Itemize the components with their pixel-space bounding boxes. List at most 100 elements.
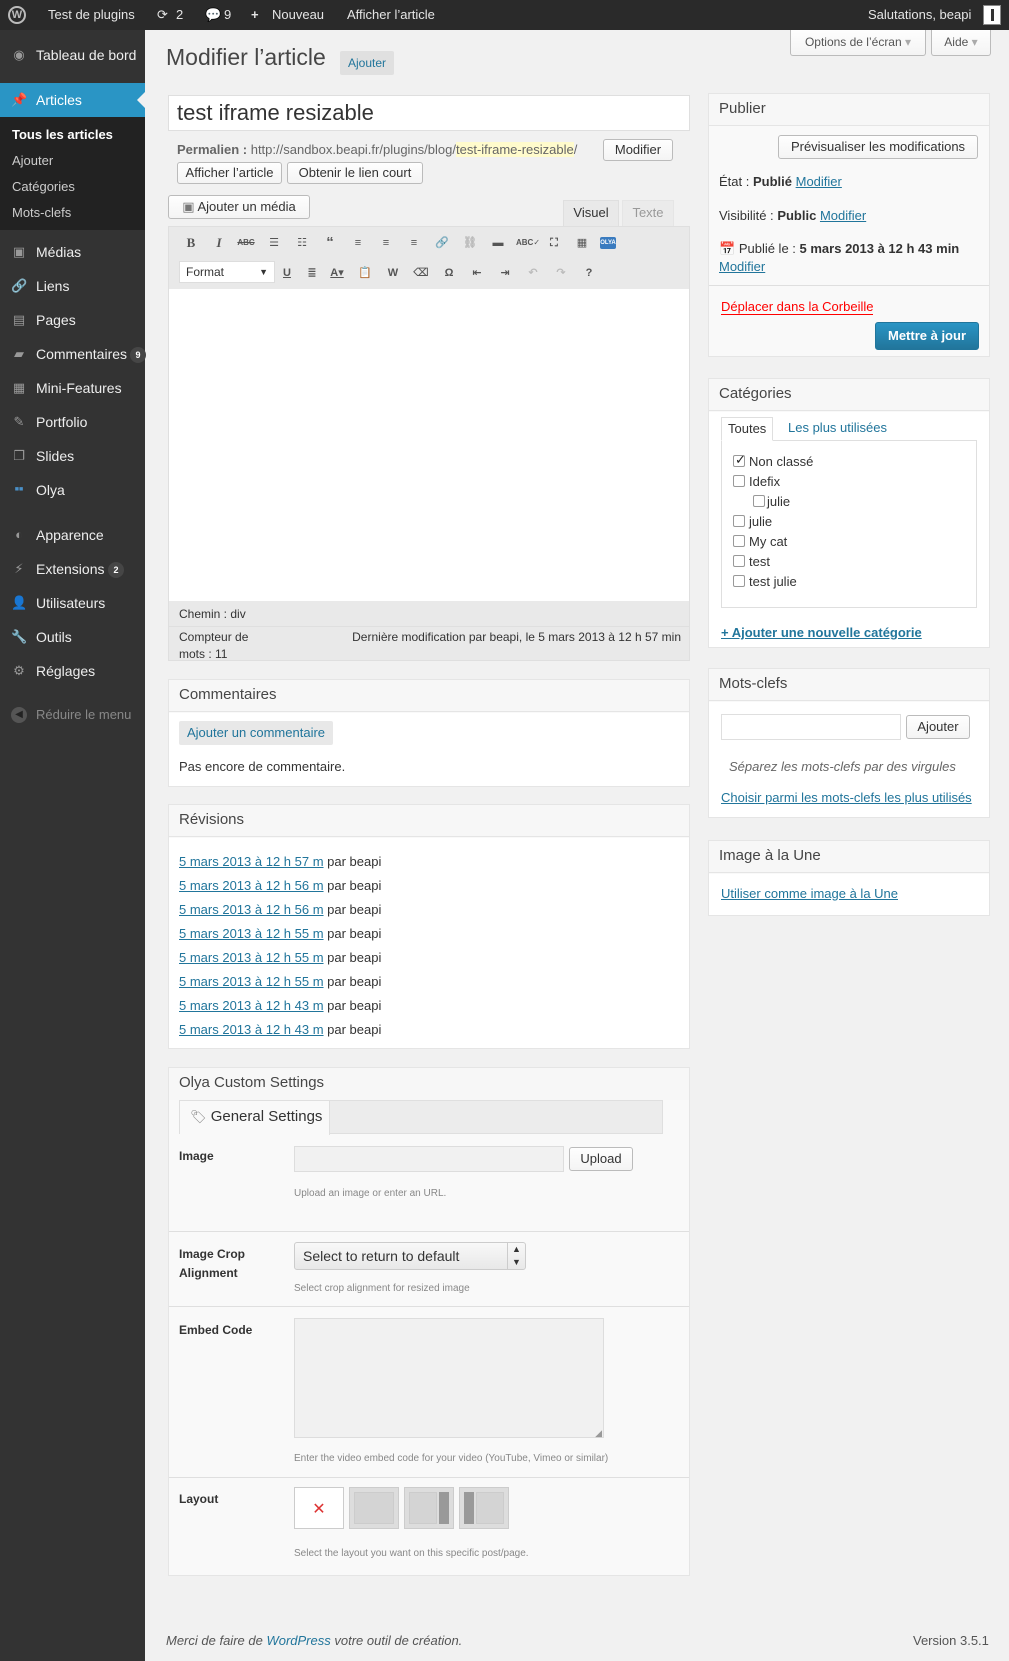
featured-image-title[interactable]: Image à la Une [709, 841, 989, 873]
undo-icon[interactable]: ↶ [523, 263, 543, 283]
olya-shortcode-icon[interactable]: OLYA [600, 237, 616, 249]
menu-utilisateurs[interactable]: 👤 Utilisateurs [0, 586, 145, 620]
blockquote-icon[interactable]: “ [320, 233, 340, 253]
olya-settings-title[interactable]: Olya Custom Settings [169, 1068, 689, 1100]
tab-all-categories[interactable]: Toutes [721, 417, 774, 441]
align-left-icon[interactable]: ≡ [348, 233, 368, 253]
updates-count[interactable]: 2 [176, 0, 183, 30]
revision-link[interactable]: 5 mars 2013 à 12 h 55 m [179, 926, 324, 941]
avatar[interactable] [983, 5, 1001, 25]
align-right-icon[interactable]: ≡ [404, 233, 424, 253]
category-checkbox[interactable] [733, 475, 745, 487]
menu-olya[interactable]: ■■ Olya [0, 473, 145, 507]
category-checkbox[interactable] [733, 575, 745, 587]
insert-link-icon[interactable]: 🔗 [432, 233, 452, 253]
update-button[interactable]: Mettre à jour [875, 322, 979, 350]
editor-content-area[interactable] [169, 289, 689, 601]
plus-icon[interactable]: + [251, 0, 259, 30]
menu-pages[interactable]: ▤ Pages [0, 303, 145, 337]
add-new-button[interactable]: Ajouter [340, 51, 395, 75]
upload-button[interactable]: Upload [569, 1147, 633, 1171]
new-content-link[interactable]: Nouveau [272, 0, 324, 30]
revision-link[interactable]: 5 mars 2013 à 12 h 43 m [179, 1022, 324, 1037]
image-url-input[interactable] [294, 1146, 564, 1172]
revision-link[interactable]: 5 mars 2013 à 12 h 43 m [179, 998, 324, 1013]
indent-icon[interactable]: ⇥ [495, 263, 515, 283]
tab-text[interactable]: Texte [622, 200, 674, 226]
choose-popular-tags-link[interactable]: Choisir parmi les mots-clefs les plus ut… [721, 790, 972, 805]
bullet-list-icon[interactable]: ☰ [264, 233, 284, 253]
menu-extensions[interactable]: ⚡ Extensions 2 [0, 552, 145, 586]
site-name-link[interactable]: Test de plugins [48, 0, 135, 30]
category-checkbox[interactable] [733, 535, 745, 547]
menu-outils[interactable]: 🔧 Outils [0, 620, 145, 654]
add-media-button[interactable]: ▣ Ajouter un média [168, 195, 310, 219]
menu-articles[interactable]: 📌 Articles [0, 83, 145, 117]
menu-mini-features[interactable]: ▦ Mini-Features [0, 371, 145, 405]
category-checkbox[interactable] [753, 495, 765, 507]
edit-date-link[interactable]: Modifier [719, 259, 765, 274]
menu-dashboard[interactable]: ◉ Tableau de bord [0, 38, 145, 72]
screen-options-button[interactable]: Options de l’écran ▾ [790, 30, 926, 56]
publish-metabox-title[interactable]: Publier [709, 94, 989, 126]
view-post-link[interactable]: Afficher l’article [347, 0, 435, 30]
embed-code-textarea[interactable]: ◢ [294, 1318, 604, 1438]
set-featured-image-link[interactable]: Utiliser comme image à la Une [721, 886, 898, 901]
tab-popular-categories[interactable]: Les plus utilisées [782, 417, 893, 441]
comments-metabox-title[interactable]: Commentaires [169, 680, 689, 712]
clear-format-icon[interactable]: ⌫ [411, 263, 431, 283]
tab-general-settings[interactable]: 🏷 General Settings [180, 1101, 330, 1135]
strikethrough-icon[interactable]: ABC [236, 233, 256, 253]
category-label[interactable]: My cat [749, 534, 787, 549]
tags-metabox-title[interactable]: Mots-clefs [709, 669, 989, 701]
revisions-metabox-title[interactable]: Révisions [169, 805, 689, 837]
edit-status-link[interactable]: Modifier [796, 174, 842, 189]
paste-word-icon[interactable]: W [383, 263, 403, 283]
spellcheck-icon[interactable]: ABC✓ [516, 233, 540, 253]
text-color-icon[interactable]: A▾ [327, 263, 347, 283]
menu-commentaires[interactable]: ▰ Commentaires 9 [0, 337, 146, 371]
comments-count[interactable]: 9 [224, 0, 231, 30]
comments-bubble-icon[interactable]: 💬 [205, 0, 221, 30]
move-to-trash-link[interactable]: Déplacer dans la Corbeille [721, 299, 874, 315]
greeting-link[interactable]: Salutations, beapi [868, 0, 971, 30]
tag-input[interactable] [721, 714, 901, 740]
categories-metabox-title[interactable]: Catégories [709, 379, 989, 411]
category-label[interactable]: Idefix [749, 474, 780, 489]
permalink-slug[interactable]: test-iframe-resizable [455, 142, 574, 157]
get-shortlink-button[interactable]: Obtenir le lien court [287, 162, 423, 184]
layout-option-full[interactable] [349, 1487, 399, 1529]
help-button[interactable]: Aide ▾ [931, 30, 991, 56]
fullscreen-icon[interactable]: ⛶ [544, 233, 564, 253]
revision-link[interactable]: 5 mars 2013 à 12 h 56 m [179, 902, 324, 917]
category-label[interactable]: julie [767, 494, 790, 509]
menu-slides[interactable]: ❐ Slides [0, 439, 145, 473]
category-label[interactable]: test [749, 554, 770, 569]
kitchen-sink-icon[interactable]: ▦ [572, 233, 592, 253]
tab-visual[interactable]: Visuel [563, 200, 619, 226]
paste-text-icon[interactable]: 📋 [355, 263, 375, 283]
align-center-icon[interactable]: ≡ [376, 233, 396, 253]
layout-option-left-sidebar[interactable] [459, 1487, 509, 1529]
collapse-menu[interactable]: ◀ Réduire le menu [0, 698, 145, 732]
menu-portfolio[interactable]: ✎ Portfolio [0, 405, 145, 439]
help-circle-icon[interactable]: ? [579, 263, 599, 283]
add-new-category-link[interactable]: + Ajouter une nouvelle catégorie [721, 625, 922, 640]
revision-link[interactable]: 5 mars 2013 à 12 h 55 m [179, 950, 324, 965]
outdent-icon[interactable]: ⇤ [467, 263, 487, 283]
more-tag-icon[interactable]: ▬ [488, 233, 508, 253]
special-char-icon[interactable]: Ω [439, 263, 459, 283]
revision-link[interactable]: 5 mars 2013 à 12 h 57 m [179, 854, 324, 869]
updates-icon[interactable]: ⟳ [157, 0, 168, 30]
view-post-button[interactable]: Afficher l’article [177, 162, 282, 184]
submenu-categories[interactable]: Catégories [12, 179, 75, 194]
add-tag-button[interactable]: Ajouter [906, 715, 970, 739]
category-checkbox[interactable] [733, 515, 745, 527]
numbered-list-icon[interactable]: ☷ [292, 233, 312, 253]
category-label[interactable]: test julie [749, 574, 797, 589]
bold-icon[interactable]: B [181, 233, 201, 253]
submenu-tags[interactable]: Mots-clefs [12, 205, 71, 220]
preview-changes-button[interactable]: Prévisualiser les modifications [778, 135, 978, 159]
revision-link[interactable]: 5 mars 2013 à 12 h 56 m [179, 878, 324, 893]
edit-visibility-link[interactable]: Modifier [820, 208, 866, 223]
